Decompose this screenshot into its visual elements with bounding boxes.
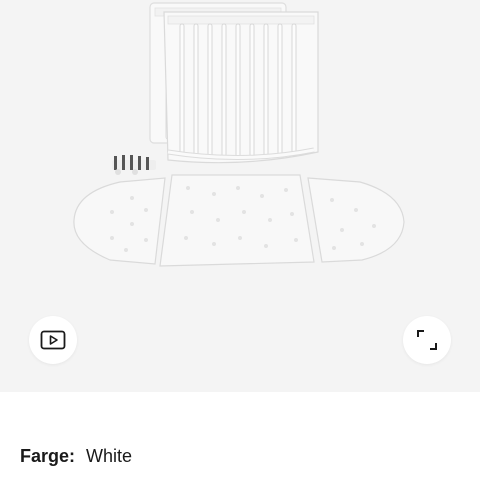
expand-icon xyxy=(417,330,437,350)
color-value: White xyxy=(86,446,133,466)
play-video-icon xyxy=(40,330,66,350)
base-end-left xyxy=(73,177,166,265)
color-selector: Farge: White xyxy=(20,444,132,468)
color-label: Farge: xyxy=(20,446,76,466)
fullscreen-button[interactable] xyxy=(403,316,451,364)
base-end-right xyxy=(307,177,405,263)
hardware-fittings xyxy=(112,155,156,175)
product-image-viewer xyxy=(0,0,480,392)
video-button[interactable] xyxy=(29,316,77,364)
side-rail-front xyxy=(163,11,319,164)
